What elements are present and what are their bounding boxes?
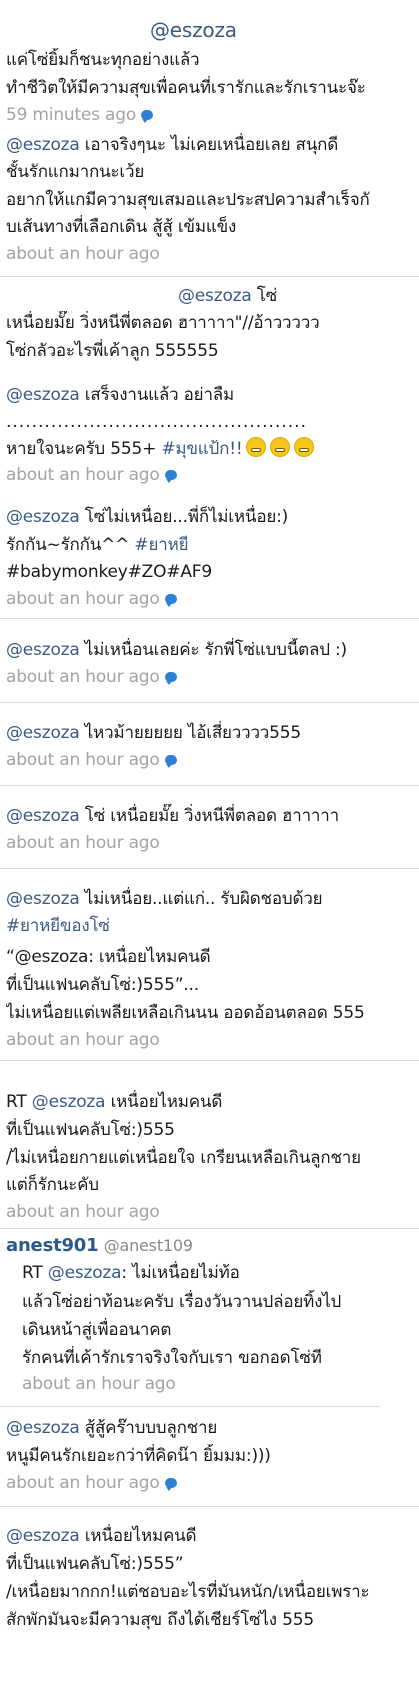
tweet-text: เหนื่อยมั๊ย วิ่งหนีพี่ตลอด ฮาาาาา"//อ้าว… [6,313,320,333]
chat-bubble-icon[interactable] [164,594,177,607]
tweet-text: /ไม่เหนื่อยกายแต่เหนื่อยใจ เกรียนเหลือเก… [6,1148,361,1168]
tweet-text: รักคนที่เค้ารักเราจริงใจกับเรา ขอกอดโซ่ท… [22,1348,322,1368]
timestamp: about an hour ago [6,1471,177,1495]
mention-link[interactable]: @eszoza [6,507,80,527]
timestamp: about an hour ago [6,1030,160,1050]
hashtag-link[interactable]: #ยาหยี [134,535,188,555]
tweet-text: ที่เป็นแฟนคลับโซ่:)555” [6,1554,184,1574]
mention-link[interactable]: @eszoza [6,385,80,405]
tweet-text: หนูมีคนรักเยอะกว่าที่คิดน๊า ยิ้มมม:))) [6,1446,271,1466]
timestamp: about an hour ago [6,587,177,611]
tweet-text: RT @eszoza: ไม่เหนื่อยไม่ท้อ [22,1263,240,1283]
mention-link[interactable]: @eszoza [178,286,252,306]
tweet-text: /เหนื่อยมากกก!แต่ชอบอะไรที่มันหนัก/เหนื่… [6,1582,370,1602]
timestamp: about an hour ago [6,463,177,487]
hashtag-link[interactable]: #ยาหยีของโซ่ [6,914,110,938]
tweet-text: @eszoza เหนื่อยไหมคนดี [6,1526,197,1546]
timestamp: about an hour ago [6,748,177,772]
mention-link[interactable]: @eszoza [48,1263,122,1283]
tweet-text: สักพักมันจะมีความสุข ถึงได้เชียร์โซ่ไง 5… [6,1610,314,1630]
divider [0,785,419,786]
tweet-text: @eszoza ไม่เหนื่อย..แต่แก่.. รับผิดชอบด้… [6,889,323,909]
divider [0,1406,380,1407]
chat-bubble-icon[interactable] [164,1478,177,1491]
timestamp: 59 minutes ago [6,103,154,127]
timestamp: about an hour ago [6,833,160,853]
grinning-face-icon [246,437,267,457]
divider [0,702,419,703]
tweet-text: รักกัน~รักกัน^^ #ยาหยี [6,535,189,555]
chat-bubble-icon[interactable] [164,470,177,483]
hashtag-link[interactable]: #มุขแป้ก!! [161,439,242,459]
mention-link[interactable]: @eszoza [32,1092,106,1112]
tweet-text: #babymonkey#ZO#AF9 [6,562,212,582]
grinning-face-icon [270,437,291,457]
mention-link[interactable]: @eszoza [6,889,80,909]
mention-link[interactable]: @eszoza [6,135,80,155]
tweet-text: โซ่กลัวอะไรพี่เค้าลูก 555555 [6,341,219,361]
mention-link[interactable]: @eszoza [6,640,80,660]
tweet-text: ไม่เหนื่อยแต่เพลียเหลือเกินนน ออดอ้อนตลอ… [6,1003,365,1023]
tweet-text: @eszoza โซ่ [178,286,278,306]
divider [0,1228,419,1229]
divider [0,1060,419,1061]
timestamp: about an hour ago [6,244,160,264]
divider [0,276,419,277]
mention-link[interactable]: @eszoza [6,1418,80,1438]
tweet-text: ชั้นรักแกมากนะเว้ย [6,162,145,182]
tweet-text: แต่ก็รักนะคับ [6,1175,99,1195]
tweet-text: “@eszoza: เหนื่อยไหมคนดี [6,947,211,967]
tweet-text: เดินหน้าสู่เพื่ออนาคต [22,1320,172,1340]
tweet-text: @eszoza ไหวม้ายยยยย ไอ้เสี่ยวววว555 [6,723,301,743]
grinning-face-icon [294,437,315,457]
divider [0,868,419,869]
author-handle[interactable]: @anest109 [104,1236,193,1255]
tweet-text: @eszoza โซ่ เหนื่อยมั๊ย วิ่งหนีพี่ตลอด ฮ… [6,806,339,826]
timestamp: about an hour ago [6,665,177,689]
tweet-text: แล้วโซ่อย่าท้อนะครับ เรื่องวันวานปล่อยทิ… [22,1292,342,1312]
divider [0,618,419,619]
tweet-text: ทำชีวิตให้มีความสุขเพื่อคนที่เรารักและรั… [6,78,366,98]
tweet-text: @eszoza ไม่เหนื่อนเลยค่ะ รักพี่โซ่แบบนี้… [6,640,347,660]
tweet-text: บเส้นทางที่เลือกเดิน สู้สู้ เข้มแข็ง [6,217,237,237]
tweet-text: @eszoza เสร็จงานแล้ว อย่าลืม [6,385,235,405]
tweet-text: @eszoza โซ่ไม่เหนื่อย...พี่ก็ไม่เหนื่อย:… [6,507,289,527]
chat-bubble-icon[interactable] [164,672,177,685]
tweet-text: ที่เป็นแฟนคลับโซ่:)555”... [6,975,199,995]
mention-link[interactable]: @eszoza [6,806,80,826]
chat-bubble-icon[interactable] [141,110,154,123]
divider [0,1506,419,1507]
chat-bubble-icon[interactable] [164,755,177,768]
author-name[interactable]: anest901 [6,1235,99,1256]
tweet-text: อยากให้แกมีความสุขเสมอและประสปความสำเร็จ… [6,190,370,210]
tweet-text: @eszoza เอาจริงๆนะ ไม่เคยเหนื่อยเลย สนุก… [6,135,339,155]
tweet-text: @eszoza สู้สู้คร๊าบบบลูกชาย [6,1418,218,1438]
timestamp: about an hour ago [22,1374,176,1394]
tweet-text: ที่เป็นแฟนคลับโซ่:)555 [6,1120,175,1140]
tweet-text: แค่โซ่ยิ้มก็ชนะทุกอย่างแล้ว [6,50,200,70]
tweet-text: ........................................… [6,412,307,432]
tweet-header: anest901 @anest109 [6,1234,193,1258]
mention-link[interactable]: @eszoza [6,1526,80,1546]
tweet-text: RT @eszoza เหนื่อยไหมคนดี [6,1092,223,1112]
timestamp: about an hour ago [6,1202,160,1222]
mention-link[interactable]: @eszoza [6,723,80,743]
tweet-text: หายใจนะครับ 555+ #มุขแป้ก!! [6,437,315,461]
mention-link[interactable]: @eszoza [150,18,237,42]
